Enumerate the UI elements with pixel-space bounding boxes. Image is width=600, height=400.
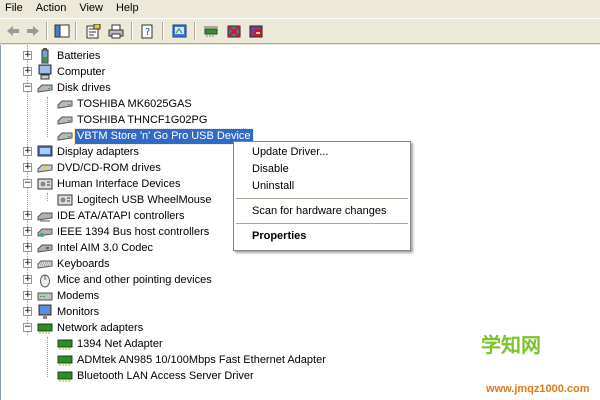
- codec-icon: [37, 244, 53, 253]
- tree-item-label: VBTM Store 'n' Go Pro USB Device: [74, 127, 254, 145]
- expand-button[interactable]: +: [23, 291, 32, 300]
- menu-view[interactable]: View: [73, 0, 110, 16]
- collapse-button[interactable]: −: [23, 323, 32, 332]
- expand-button[interactable]: +: [23, 211, 32, 220]
- menu-action[interactable]: Action: [30, 0, 74, 16]
- forward-icon[interactable]: [24, 23, 41, 39]
- menu-help[interactable]: Help: [110, 0, 146, 16]
- menu-bar: File Action View Help: [0, 0, 600, 16]
- menu-item-update-driver[interactable]: Update Driver...: [234, 144, 410, 161]
- tree-item-label: Intel AIM 3.0 Codec: [57, 241, 153, 254]
- toolbar: ?: [0, 18, 600, 44]
- menu-item-scan-hardware[interactable]: Scan for hardware changes: [234, 203, 410, 220]
- expand-button[interactable]: +: [23, 259, 32, 268]
- menu-item-disable[interactable]: Disable: [234, 161, 410, 178]
- collapse-button[interactable]: −: [23, 179, 32, 188]
- update-driver-icon[interactable]: [202, 23, 219, 39]
- monitor-icon: [38, 304, 52, 319]
- tree-item-bluetooth-lan[interactable]: Bluetooth LAN Access Server Driver: [57, 368, 256, 384]
- network-adapter-icon: [57, 355, 73, 366]
- disk-drive-icon: [57, 100, 73, 109]
- tree-item-label: Mice and other pointing devices: [57, 273, 212, 286]
- keyboard-icon: [37, 260, 53, 269]
- expand-button[interactable]: +: [23, 67, 32, 76]
- tree-item-label: DVD/CD-ROM drives: [57, 161, 161, 174]
- properties-icon[interactable]: [84, 23, 101, 39]
- tree-item-label: Logitech USB WheelMouse: [77, 193, 212, 206]
- tree-item-label: TOSHIBA MK6025GAS: [77, 97, 192, 110]
- menu-separator: [236, 223, 408, 224]
- expand-button[interactable]: +: [23, 275, 32, 284]
- tree-item-toshiba-thncf1g02pg[interactable]: TOSHIBA THNCF1G02PG: [57, 112, 209, 128]
- disk-drive-icon: [37, 84, 53, 93]
- tree-item-label: Network adapters: [57, 321, 144, 334]
- cd-drive-icon: [37, 164, 53, 173]
- tree-item-label: 1394 Net Adapter: [77, 337, 163, 350]
- print-icon[interactable]: [107, 23, 124, 39]
- tree-item-admtek-adapter[interactable]: ADMtek AN985 10/100Mbps Fast Ethernet Ad…: [57, 352, 328, 368]
- tree-item-label: Disk drives: [57, 81, 111, 94]
- context-menu: Update Driver... Disable Uninstall Scan …: [233, 141, 411, 251]
- disk-drive-icon: [57, 132, 73, 141]
- watermark-url: www.jmqz1000.com: [486, 383, 590, 395]
- tree-item-label: ADMtek AN985 10/100Mbps Fast Ethernet Ad…: [77, 353, 326, 366]
- tree-item-label: Monitors: [57, 305, 100, 318]
- tree-item-toshiba-mk6025gas[interactable]: TOSHIBA MK6025GAS: [57, 96, 194, 112]
- collapse-button[interactable]: −: [23, 83, 32, 92]
- tree-item-1394-net-adapter[interactable]: 1394 Net Adapter: [57, 336, 165, 352]
- menu-file[interactable]: File: [0, 0, 30, 16]
- ieee1394-icon: [37, 228, 53, 237]
- battery-icon: [41, 48, 49, 64]
- tree-item-label: Batteries: [57, 49, 101, 62]
- svg-text:?: ?: [145, 27, 150, 38]
- expand-button[interactable]: +: [23, 147, 32, 156]
- expand-button[interactable]: +: [23, 163, 32, 172]
- network-adapter-icon: [37, 323, 53, 334]
- tree-item-label: Human Interface Devices: [57, 177, 181, 190]
- expand-button[interactable]: +: [23, 307, 32, 316]
- hid-icon: [57, 194, 73, 206]
- network-adapter-icon: [57, 371, 73, 382]
- menu-item-uninstall[interactable]: Uninstall: [234, 178, 410, 195]
- mouse-icon: [40, 274, 50, 288]
- expand-button[interactable]: +: [23, 51, 32, 60]
- scan-hardware-icon[interactable]: [171, 23, 188, 39]
- disk-drive-icon: [57, 116, 73, 125]
- tree-item-label: Display adapters: [57, 145, 139, 158]
- show-hide-console-tree-icon[interactable]: [53, 23, 70, 39]
- ide-controller-icon: [37, 212, 53, 222]
- network-adapter-icon: [57, 339, 73, 350]
- tree-item-label: Computer: [57, 65, 106, 78]
- computer-icon: [38, 64, 52, 80]
- expand-button[interactable]: +: [23, 243, 32, 252]
- back-icon[interactable]: [4, 23, 21, 39]
- tree-item-vbtm-usb-device[interactable]: VBTM Store 'n' Go Pro USB Device: [57, 127, 254, 145]
- modem-icon: [37, 292, 53, 301]
- menu-item-properties[interactable]: Properties: [234, 228, 410, 245]
- menu-separator: [236, 198, 408, 199]
- watermark-title: 学知网: [481, 333, 541, 357]
- hid-icon: [37, 178, 53, 190]
- disable-icon[interactable]: [247, 23, 264, 39]
- tree-item-label: Bluetooth LAN Access Server Driver: [77, 369, 254, 382]
- tree-item-label: Modems: [57, 289, 100, 302]
- help-icon[interactable]: ?: [139, 23, 156, 39]
- display-adapter-icon: [37, 145, 53, 157]
- tree-item-label: Keyboards: [57, 257, 110, 270]
- tree-item-logitech-wheelmouse[interactable]: Logitech USB WheelMouse: [57, 192, 214, 208]
- uninstall-icon[interactable]: [225, 23, 242, 39]
- expand-button[interactable]: +: [23, 227, 32, 236]
- tree-item-label: IEEE 1394 Bus host controllers: [57, 225, 210, 238]
- tree-item-label: TOSHIBA THNCF1G02PG: [77, 113, 208, 126]
- tree-item-label: IDE ATA/ATAPI controllers: [57, 209, 185, 222]
